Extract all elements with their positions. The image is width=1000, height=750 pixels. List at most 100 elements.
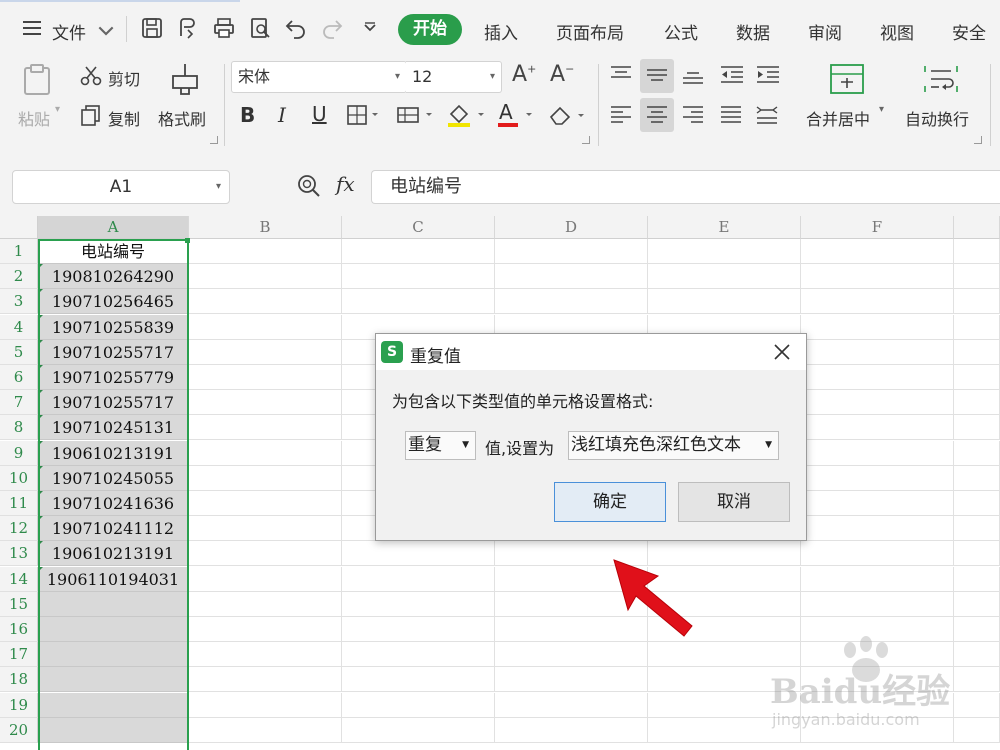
tab-formulas[interactable]: 公式 <box>664 19 698 44</box>
grow-font-icon[interactable]: A+ <box>512 62 536 87</box>
cell[interactable]: 190710255779 <box>38 365 189 390</box>
cell[interactable] <box>801 264 954 289</box>
cell[interactable] <box>189 289 342 314</box>
row-header[interactable]: 7 <box>0 390 38 415</box>
cell[interactable] <box>801 239 954 264</box>
cell[interactable] <box>801 491 954 516</box>
cell[interactable]: 190810264290 <box>38 264 189 289</box>
row-header[interactable]: 2 <box>0 264 38 289</box>
row-header[interactable]: 3 <box>0 289 38 314</box>
cell[interactable] <box>189 415 342 440</box>
cell[interactable] <box>648 239 801 264</box>
column-header-c[interactable]: C <box>342 216 495 239</box>
quick-access-dropdown-icon[interactable] <box>358 16 382 40</box>
cell[interactable] <box>954 541 1000 566</box>
zoom-lookup-icon[interactable] <box>296 173 322 203</box>
cell[interactable] <box>38 592 189 617</box>
alignment-group-launcher[interactable] <box>974 136 982 144</box>
tab-data[interactable]: 数据 <box>736 19 770 44</box>
bold-button[interactable]: B <box>240 103 255 127</box>
font-name-select[interactable]: 宋体 ▾ <box>231 61 407 93</box>
row-header[interactable]: 17 <box>0 642 38 667</box>
cell[interactable]: 190710245131 <box>38 415 189 440</box>
undo-icon[interactable] <box>284 16 308 40</box>
cell[interactable]: 190710245055 <box>38 466 189 491</box>
cut-button[interactable]: 剪切 <box>108 66 140 90</box>
cell[interactable]: 190610213191 <box>38 541 189 566</box>
cell[interactable] <box>189 516 342 541</box>
row-header[interactable]: 13 <box>0 541 38 566</box>
merge-dropdown-icon[interactable]: ▾ <box>879 104 884 115</box>
cell[interactable] <box>189 491 342 516</box>
column-header-e[interactable]: E <box>648 216 801 239</box>
underline-button[interactable]: U <box>312 102 327 126</box>
tab-insert[interactable]: 插入 <box>484 19 518 44</box>
cell[interactable] <box>189 541 342 566</box>
cell[interactable] <box>342 239 495 264</box>
cell[interactable] <box>648 264 801 289</box>
cell[interactable] <box>954 466 1000 491</box>
format-style-select[interactable]: 浅红填充色深红色文本 ▼ <box>568 431 779 460</box>
wrap-text-button[interactable]: 自动换行 <box>905 106 969 130</box>
merge-center-button[interactable]: 合并居中 <box>806 106 870 130</box>
cell[interactable] <box>342 541 495 566</box>
eraser-icon[interactable] <box>548 103 588 131</box>
cell[interactable] <box>38 617 189 642</box>
cell[interactable] <box>954 390 1000 415</box>
cell[interactable] <box>954 567 1000 592</box>
cell[interactable] <box>801 441 954 466</box>
cell[interactable]: 190710241112 <box>38 516 189 541</box>
cell[interactable] <box>342 693 495 718</box>
cell[interactable] <box>38 667 189 692</box>
align-center-icon[interactable] <box>644 104 670 130</box>
cell[interactable] <box>189 592 342 617</box>
cell[interactable] <box>342 264 495 289</box>
cell[interactable] <box>801 466 954 491</box>
cell[interactable] <box>38 642 189 667</box>
name-box[interactable]: A1 ▾ <box>12 170 230 204</box>
increase-indent-icon[interactable] <box>754 64 782 90</box>
cell[interactable] <box>954 617 1000 642</box>
cell[interactable] <box>801 415 954 440</box>
cell[interactable] <box>954 289 1000 314</box>
cell[interactable] <box>189 365 342 390</box>
paste-button[interactable]: 粘贴 <box>18 106 50 130</box>
cell[interactable] <box>189 466 342 491</box>
justify-icon[interactable] <box>718 104 744 130</box>
cell[interactable] <box>189 693 342 718</box>
cell[interactable] <box>189 340 342 365</box>
cell[interactable] <box>954 415 1000 440</box>
row-header[interactable]: 19 <box>0 693 38 718</box>
cell[interactable] <box>342 667 495 692</box>
cell[interactable] <box>342 592 495 617</box>
row-header[interactable]: 10 <box>0 466 38 491</box>
cell[interactable]: 190710255839 <box>38 315 189 340</box>
save-icon[interactable] <box>140 16 164 40</box>
row-header[interactable]: 11 <box>0 491 38 516</box>
cell[interactable] <box>189 239 342 264</box>
fill-style-icon[interactable] <box>396 104 436 130</box>
copy-icon[interactable] <box>80 104 102 130</box>
distributed-align-icon[interactable] <box>754 102 780 130</box>
column-header-f[interactable]: F <box>801 216 954 239</box>
cell[interactable]: 190710241636 <box>38 491 189 516</box>
clipboard-group-launcher[interactable] <box>210 136 218 144</box>
chevron-down-icon[interactable] <box>94 18 114 36</box>
cell[interactable] <box>495 239 648 264</box>
tab-page-layout[interactable]: 页面布局 <box>556 19 624 44</box>
align-bottom-icon[interactable] <box>680 64 706 90</box>
hamburger-menu-icon[interactable] <box>20 16 44 40</box>
cell[interactable] <box>189 718 342 743</box>
cell[interactable] <box>495 718 648 743</box>
cell[interactable] <box>342 289 495 314</box>
insert-function-button[interactable]: fx <box>336 172 355 196</box>
format-painter-icon[interactable] <box>170 62 200 100</box>
cell[interactable] <box>801 567 954 592</box>
row-header[interactable]: 20 <box>0 718 38 743</box>
column-header-a[interactable]: A <box>38 216 189 239</box>
fill-handle[interactable] <box>185 238 190 243</box>
row-header[interactable]: 18 <box>0 667 38 692</box>
cell[interactable] <box>954 315 1000 340</box>
align-right-icon[interactable] <box>680 104 706 130</box>
merge-center-icon[interactable] <box>828 62 866 100</box>
